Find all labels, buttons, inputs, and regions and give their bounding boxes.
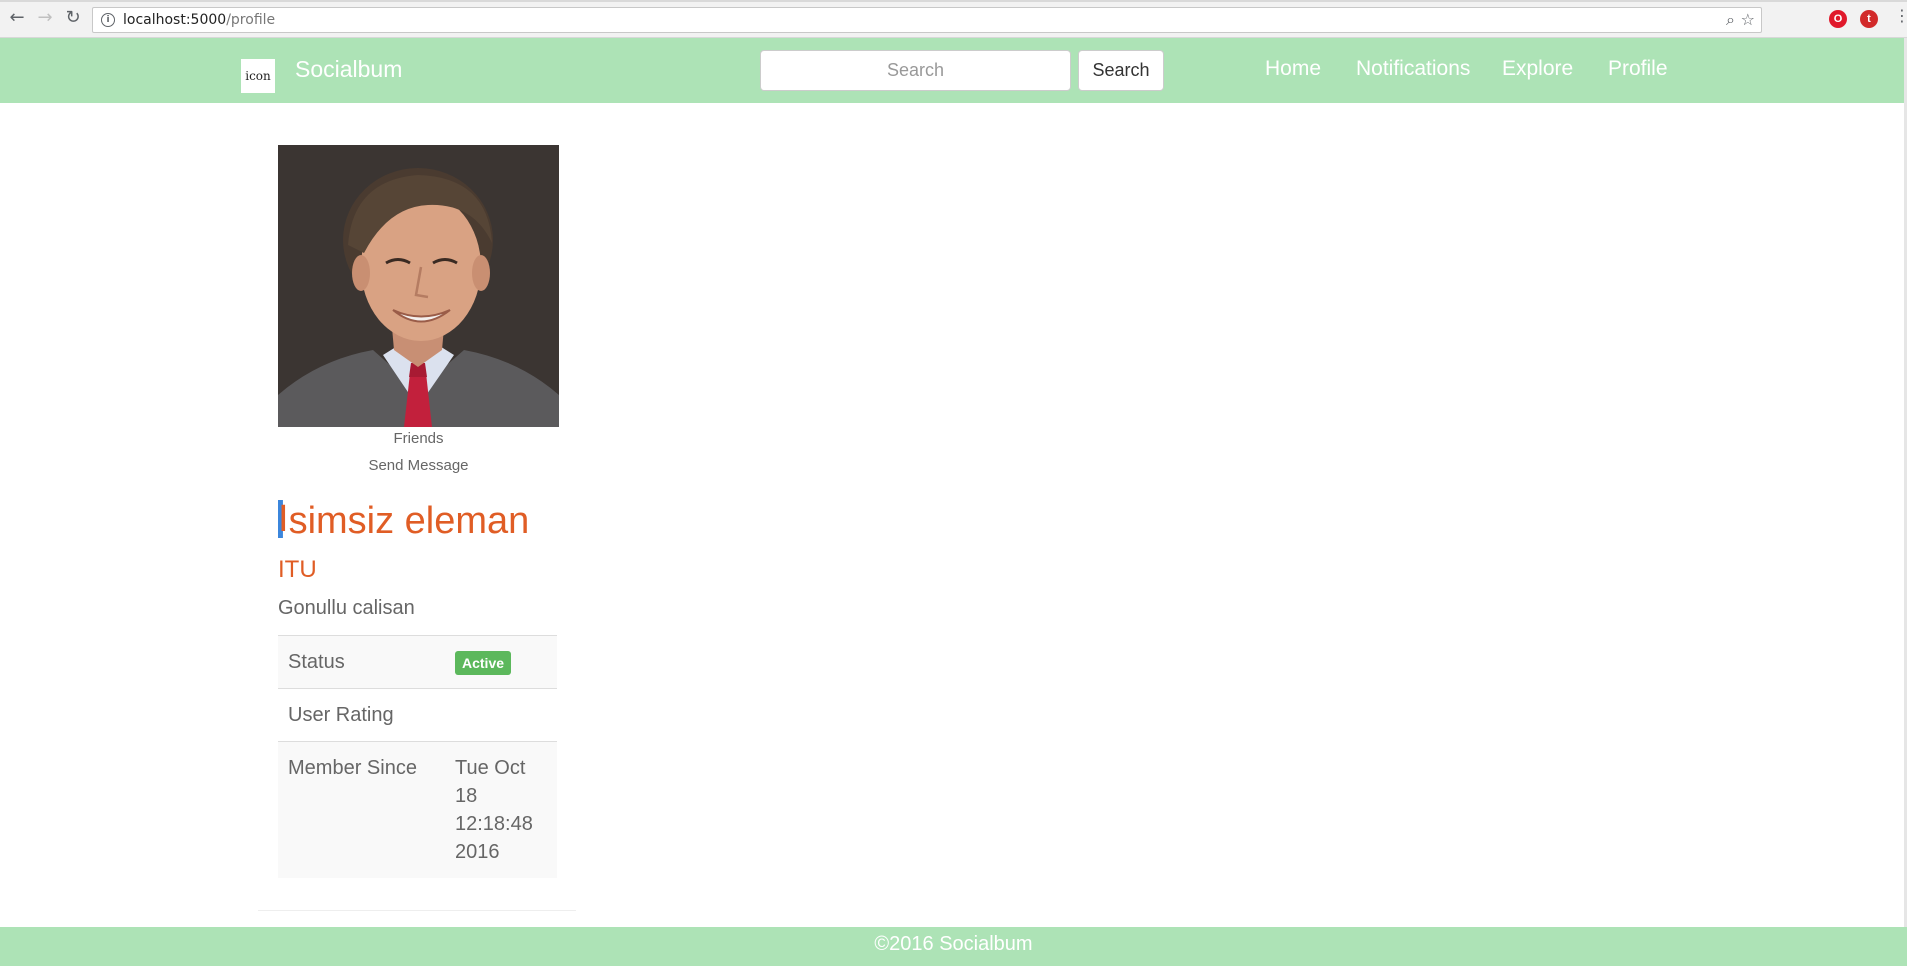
address-bar[interactable]: i localhost:5000/profile ⌕ ☆ [92, 7, 1762, 33]
url-path: /profile [226, 12, 276, 28]
friends-link[interactable]: Friends [278, 430, 559, 447]
extension-icon[interactable]: t [1860, 10, 1878, 28]
zoom-icon[interactable]: ⌕ [1726, 10, 1735, 30]
forward-arrow-icon[interactable]: → [34, 7, 56, 29]
nav-link-profile[interactable]: Profile [1608, 57, 1668, 81]
back-arrow-icon[interactable]: ← [6, 7, 28, 29]
user-rating-label: User Rating [278, 688, 445, 742]
brand-name[interactable]: Socialbum [295, 56, 402, 83]
profile-details-table: Status Active User Rating Member Since T… [278, 635, 557, 878]
nav-link-explore[interactable]: Explore [1502, 57, 1573, 81]
footer-copyright: ©2016 Socialbum [874, 933, 1033, 955]
status-cell: Active [445, 635, 557, 689]
reload-icon[interactable]: ↻ [62, 7, 84, 29]
status-badge: Active [455, 650, 512, 675]
table-row-member-since: Member Since Tue Oct 18 12:18:48 2016 [278, 741, 557, 878]
nav-link-home[interactable]: Home [1265, 57, 1321, 81]
tab-strip [0, 0, 1907, 2]
profile-school: ITU [278, 556, 317, 583]
site-navbar: icon Socialbum Search Home Notifications… [0, 38, 1907, 103]
url-host: localhost:5000 [123, 12, 227, 28]
site-footer: ©2016 Socialbum [0, 927, 1907, 966]
browser-menu-icon[interactable]: ⋮ [1894, 8, 1907, 24]
browser-toolbar: ← → ↻ i localhost:5000/profile ⌕ ☆ O t ⋮ [0, 0, 1907, 38]
search-button[interactable]: Search [1078, 50, 1164, 91]
nav-link-notifications[interactable]: Notifications [1356, 57, 1470, 81]
user-rating-value [445, 688, 557, 742]
send-message-link[interactable]: Send Message [278, 457, 559, 474]
search-input[interactable] [760, 50, 1071, 91]
text-selection-highlight: I [278, 498, 289, 540]
profile-name-text: simsiz eleman [288, 500, 530, 542]
opera-extension-icon[interactable]: O [1829, 10, 1847, 28]
profile-name: IIsimsiz eleman [278, 500, 529, 543]
table-row-rating: User Rating [278, 688, 557, 742]
site-info-icon[interactable]: i [101, 13, 115, 27]
url-text[interactable]: localhost:5000/profile [123, 12, 275, 28]
member-since-value: Tue Oct 18 12:18:48 2016 [445, 741, 557, 878]
member-since-label: Member Since [278, 741, 445, 878]
profile-photo [278, 145, 559, 427]
profile-bio: Gonullu calisan [278, 597, 415, 619]
brand-logo[interactable]: icon [241, 59, 275, 93]
bookmark-star-icon[interactable]: ☆ [1741, 10, 1755, 29]
profile-portrait-image [278, 145, 559, 427]
table-row-status: Status Active [278, 635, 557, 689]
status-label: Status [278, 635, 445, 689]
